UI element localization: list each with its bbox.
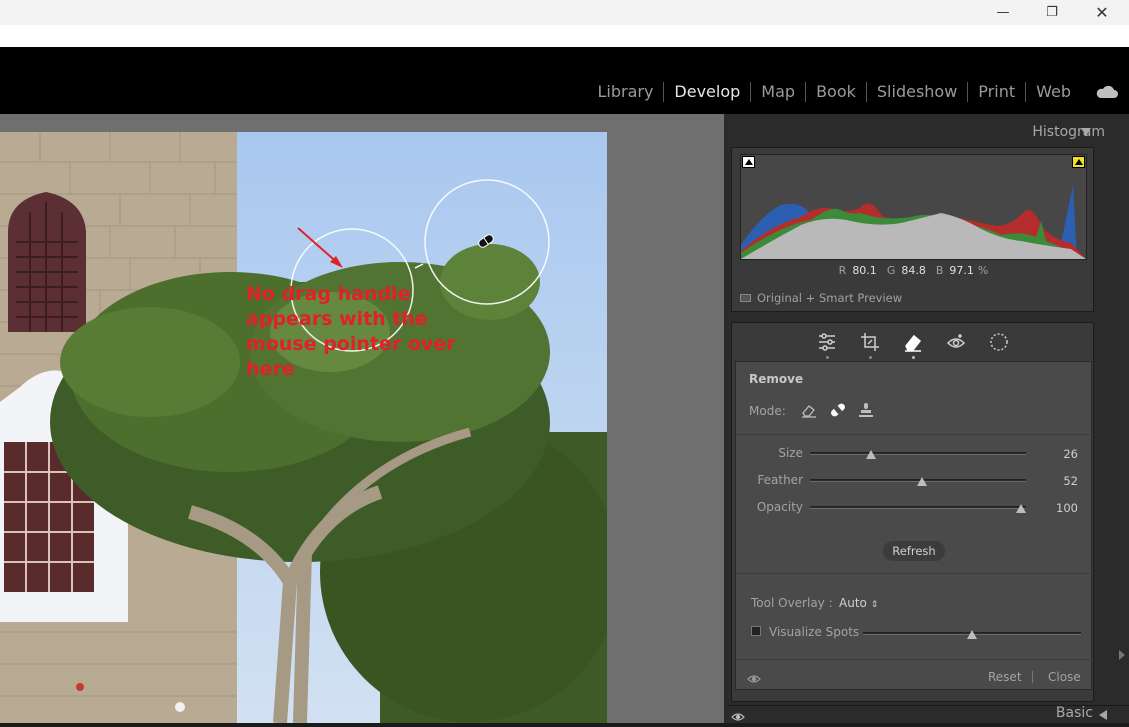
tool-panel: Remove Mode: Size 26 Feather 52 Opacity …: [731, 322, 1094, 702]
collapse-triangle-icon[interactable]: [1081, 128, 1091, 136]
smart-preview-icon[interactable]: [740, 294, 751, 302]
module-book[interactable]: Book: [806, 82, 867, 102]
expand-triangle-icon[interactable]: [1099, 710, 1107, 720]
refresh-button[interactable]: Refresh: [883, 541, 945, 561]
heal-icon[interactable]: [829, 402, 847, 418]
feather-label: Feather: [757, 473, 803, 487]
annotation-text: No drag handle appears with the mouse po…: [246, 282, 486, 382]
preview-status-label: Original + Smart Preview: [757, 291, 903, 305]
feather-slider-thumb[interactable]: [917, 477, 928, 486]
size-label: Size: [778, 446, 803, 460]
percent-unit: %: [977, 264, 989, 277]
remove-panel: Remove Mode: Size 26 Feather 52 Opacity …: [735, 361, 1092, 690]
annotation-line: here: [246, 358, 295, 380]
tool-overlay-select[interactable]: Auto ⇕: [839, 596, 878, 610]
g-value: 84.8: [901, 264, 926, 277]
size-value[interactable]: 26: [1038, 447, 1078, 461]
annotation-line: No drag handle: [246, 283, 411, 305]
visualize-spots-label: Visualize Spots: [769, 625, 860, 639]
photo-preview[interactable]: No drag handle appears with the mouse po…: [0, 132, 607, 723]
close-window-button[interactable]: ✕: [1079, 0, 1125, 25]
module-develop[interactable]: Develop: [664, 82, 752, 102]
cloud-icon[interactable]: [1095, 85, 1119, 99]
right-panel-toggle-icon[interactable]: [1119, 650, 1125, 660]
eye-icon[interactable]: [747, 671, 761, 683]
image-canvas[interactable]: No drag handle appears with the mouse po…: [0, 114, 724, 723]
opacity-slider-thumb[interactable]: [1016, 504, 1026, 513]
tool-strip: [732, 323, 1093, 360]
minimize-button[interactable]: —: [980, 0, 1026, 25]
reset-button[interactable]: Reset: [988, 670, 1022, 684]
size-slider-thumb[interactable]: [865, 450, 876, 459]
feather-value[interactable]: 52: [1038, 474, 1078, 488]
mask-icon[interactable]: [988, 331, 1010, 353]
highlight-clipping-icon[interactable]: [1072, 156, 1085, 168]
tool-overlay-label: Tool Overlay :: [751, 596, 833, 610]
size-slider[interactable]: [810, 450, 1026, 459]
histogram-graph[interactable]: [740, 154, 1087, 260]
module-picker: Library Develop Map Book Slideshow Print…: [0, 47, 1129, 114]
visualize-spots-checkbox[interactable]: [751, 626, 761, 636]
module-web[interactable]: Web: [1026, 82, 1081, 102]
module-map[interactable]: Map: [751, 82, 807, 102]
basic-eye-icon[interactable]: [731, 709, 745, 721]
r-label: R: [838, 264, 847, 277]
clone-stamp-icon[interactable]: [858, 402, 874, 418]
visualize-slider-thumb[interactable]: [967, 630, 977, 639]
visualize-spots-slider[interactable]: [863, 630, 1081, 639]
eraser-icon[interactable]: [902, 331, 924, 359]
opacity-value[interactable]: 100: [1038, 501, 1078, 515]
content-aware-remove-icon[interactable]: [800, 402, 818, 418]
opacity-slider[interactable]: [810, 504, 1026, 513]
right-panel: Histogram R 80.1 G 84.8 B 97.1% Original + Sm…: [727, 114, 1129, 723]
sliders-icon[interactable]: [816, 331, 838, 359]
opacity-label: Opacity: [756, 500, 803, 514]
module-library[interactable]: Library: [587, 82, 665, 102]
footer-divider: [1032, 671, 1033, 683]
preview-status: Original + Smart Preview: [740, 291, 902, 305]
histogram-panel: R 80.1 G 84.8 B 97.1% Original + Smart Previe…: [731, 147, 1094, 312]
b-value: 97.1: [949, 264, 974, 277]
module-print[interactable]: Print: [968, 82, 1027, 102]
restore-button[interactable]: ❐: [1029, 0, 1075, 25]
annotation-line: mouse pointer over: [246, 333, 456, 355]
shadow-clipping-icon[interactable]: [742, 156, 755, 168]
menu-strip: [0, 25, 1129, 47]
title-bar: — ❐ ✕: [0, 0, 1129, 25]
module-slideshow[interactable]: Slideshow: [867, 82, 969, 102]
tool-overlay-value: Auto: [839, 596, 867, 610]
mode-label: Mode:: [749, 404, 786, 418]
close-button[interactable]: Close: [1048, 670, 1081, 684]
feather-slider[interactable]: [810, 477, 1026, 486]
basic-panel-header[interactable]: Basic: [727, 705, 1129, 723]
annotation-line: appears with the: [246, 308, 428, 330]
r-value: 80.1: [852, 264, 877, 277]
crop-icon[interactable]: [859, 331, 881, 359]
basic-title[interactable]: Basic: [1056, 705, 1093, 721]
updown-arrows-icon: ⇕: [870, 600, 879, 610]
rgb-readout: R 80.1 G 84.8 B 97.1%: [732, 264, 1095, 277]
remove-title: Remove: [749, 372, 804, 386]
redeye-icon[interactable]: [945, 331, 967, 353]
histogram-title[interactable]: Histogram: [1032, 124, 1105, 140]
g-label: G: [886, 264, 896, 277]
b-label: B: [935, 264, 944, 277]
